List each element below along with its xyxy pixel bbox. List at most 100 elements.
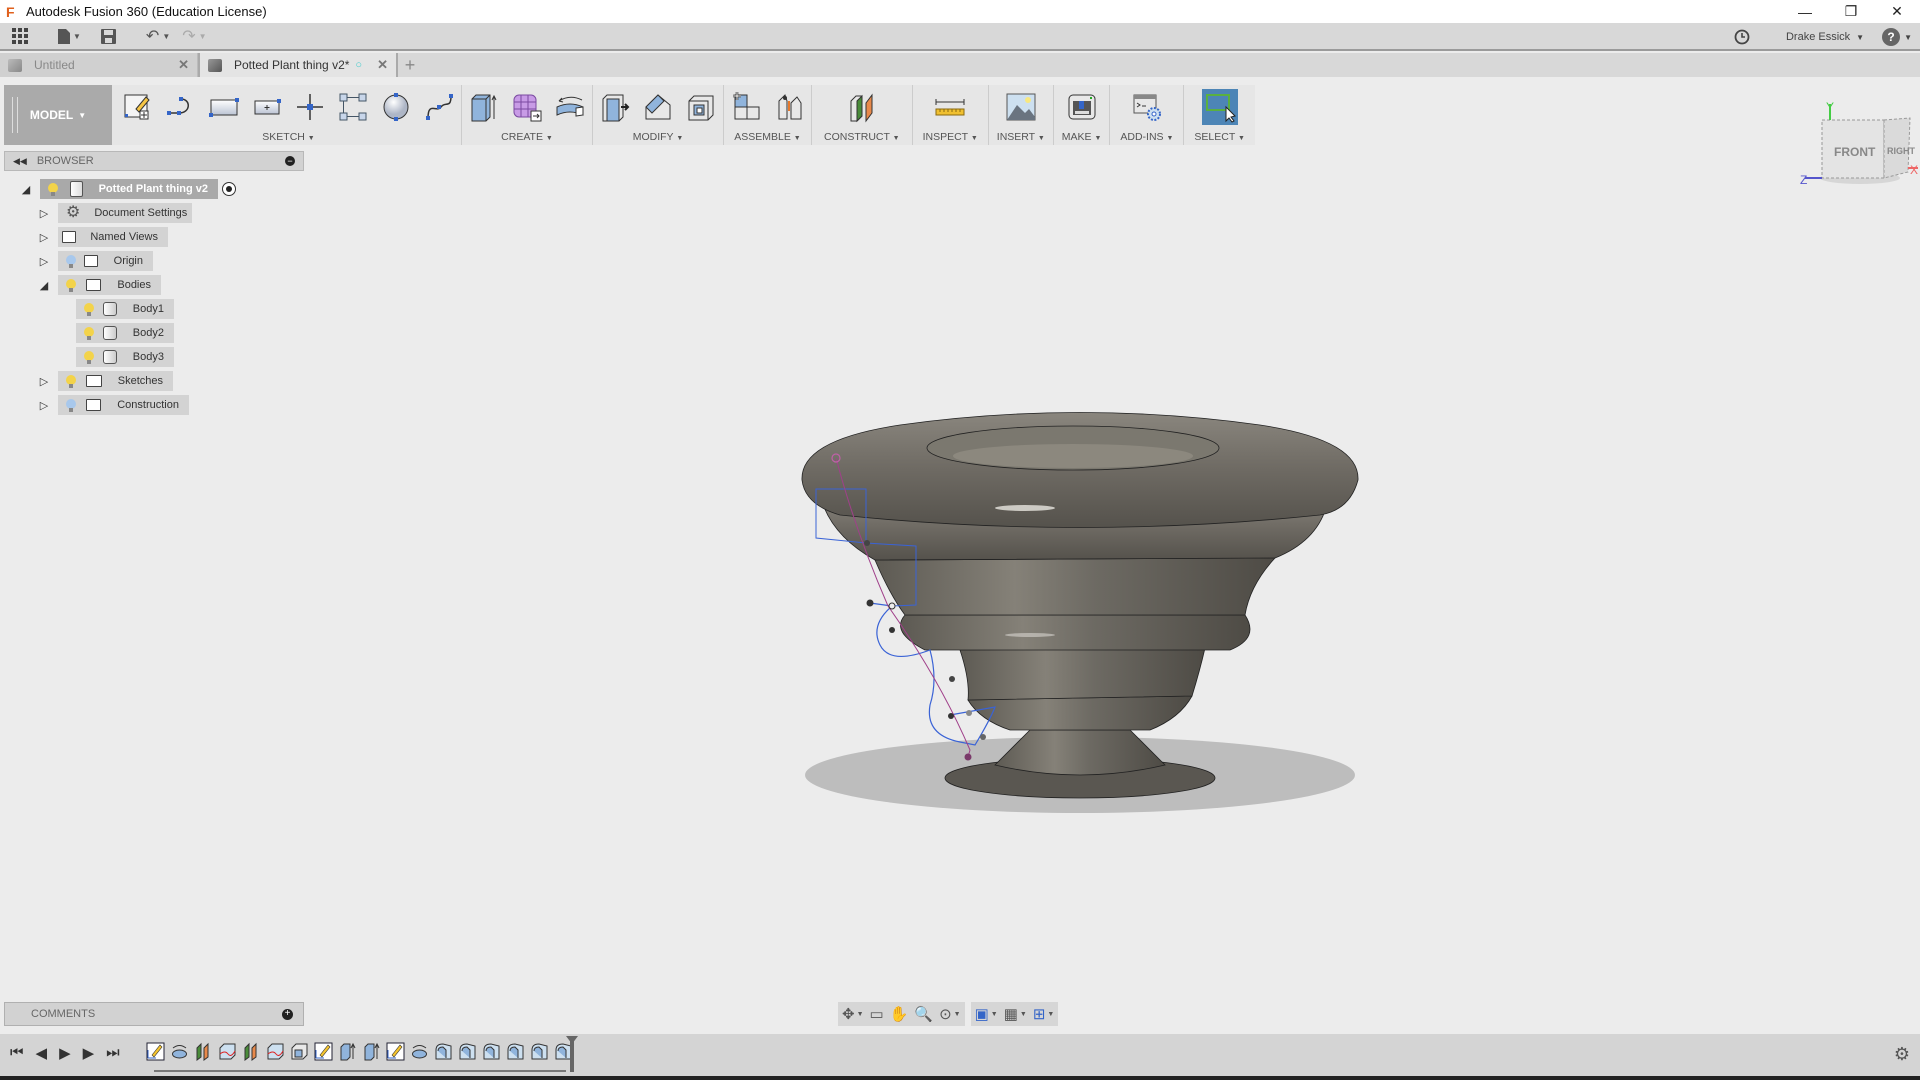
- modify-menu[interactable]: MODIFY ▼: [633, 129, 684, 145]
- visibility-bulb-icon[interactable]: [66, 398, 76, 412]
- press-pull-button[interactable]: [597, 89, 633, 125]
- select-button[interactable]: [1201, 89, 1238, 125]
- close-tab-icon[interactable]: ✕: [377, 57, 388, 73]
- timeline-feature-revolve[interactable]: [410, 1042, 429, 1061]
- timeline-feature-plane[interactable]: [194, 1042, 213, 1061]
- offset-plane-button[interactable]: [844, 89, 880, 125]
- timeline-feature-extrude[interactable]: [362, 1042, 381, 1061]
- add-comment-icon[interactable]: +: [282, 1008, 293, 1020]
- sketch-point[interactable]: [949, 676, 955, 682]
- tree-item-sketches[interactable]: ▷ Sketches: [0, 371, 300, 391]
- viewports-button[interactable]: ⊞ ▼: [1033, 1005, 1055, 1023]
- select-menu[interactable]: SELECT ▼: [1194, 129, 1245, 145]
- addins-menu[interactable]: ADD-INS ▼: [1120, 129, 1173, 145]
- spline-button[interactable]: [421, 89, 457, 125]
- canvas-model-potted-plant[interactable]: [780, 400, 1380, 820]
- sketch-menu[interactable]: SKETCH ▼: [262, 129, 314, 145]
- revolve-button[interactable]: [552, 89, 588, 125]
- first-step-button[interactable]: ⏮: [10, 1044, 24, 1062]
- construct-menu[interactable]: CONSTRUCT ▼: [824, 129, 900, 145]
- timeline-feature-fillet[interactable]: [530, 1042, 549, 1061]
- visibility-bulb-icon[interactable]: [84, 302, 95, 316]
- previous-step-button[interactable]: ◀: [36, 1044, 48, 1062]
- sketch-point[interactable]: [980, 734, 986, 740]
- tree-item-body3[interactable]: Body3: [0, 347, 300, 367]
- visibility-bulb-icon[interactable]: [48, 182, 59, 196]
- chamfer-button[interactable]: [640, 89, 676, 125]
- collapse-panel-icon[interactable]: ◀◀: [13, 156, 27, 167]
- sketch-point[interactable]: [966, 710, 972, 716]
- visibility-bulb-icon[interactable]: [66, 374, 76, 388]
- undo-button[interactable]: ↶ ▼: [146, 24, 170, 48]
- display-settings-button[interactable]: ▣ ▼: [975, 1005, 998, 1023]
- root-component[interactable]: Potted Plant thing v2: [40, 179, 218, 199]
- rectangle-button[interactable]: [206, 89, 242, 125]
- timeline-feature-split[interactable]: [266, 1042, 285, 1061]
- tree-item-construction[interactable]: ▷ Construction: [0, 395, 300, 415]
- user-menu[interactable]: Drake Essick ▼: [1786, 31, 1864, 43]
- tree-item-origin[interactable]: ▷ Origin: [0, 251, 300, 271]
- next-step-button[interactable]: ▶: [83, 1044, 95, 1062]
- timeline-feature-sketch[interactable]: [146, 1042, 165, 1061]
- circle-button[interactable]: [378, 89, 414, 125]
- sketch-point[interactable]: [866, 599, 874, 607]
- sketch-point[interactable]: [948, 713, 954, 719]
- fit-button[interactable]: ⊙ ▼: [939, 1005, 961, 1023]
- arc-button[interactable]: [163, 89, 199, 125]
- timeline-feature-shell[interactable]: [290, 1042, 309, 1061]
- collapse-toggle-icon[interactable]: ◢: [38, 279, 50, 292]
- sketch-point[interactable]: [888, 602, 896, 610]
- rectangular-pattern-button[interactable]: [335, 89, 371, 125]
- extrude-button[interactable]: [466, 89, 502, 125]
- measure-button[interactable]: [932, 89, 968, 125]
- save-button[interactable]: [100, 24, 116, 48]
- minimize-panel-icon[interactable]: −: [285, 156, 295, 166]
- grid-snaps-button[interactable]: ▦ ▼: [1004, 1005, 1027, 1023]
- assemble-menu[interactable]: ASSEMBLE ▼: [734, 129, 800, 145]
- scripts-button[interactable]: [1129, 89, 1165, 125]
- close-tab-icon[interactable]: ✕: [178, 57, 189, 73]
- sketch-point[interactable]: [889, 627, 895, 633]
- 3d-print-button[interactable]: [1064, 89, 1100, 125]
- sketch-point[interactable]: [864, 540, 870, 546]
- expand-toggle-icon[interactable]: ▷: [38, 375, 50, 388]
- timeline-marker[interactable]: [566, 1036, 578, 1072]
- sketch-point[interactable]: [964, 753, 972, 761]
- visibility-bulb-icon[interactable]: [84, 326, 95, 340]
- activate-component-radio[interactable]: [222, 182, 236, 196]
- create-form-button[interactable]: [509, 89, 545, 125]
- viewcube[interactable]: FRONT RIGHT Y Z X: [1800, 100, 1920, 190]
- redo-button[interactable]: ↷ ▼: [182, 24, 206, 48]
- point-button[interactable]: [292, 89, 328, 125]
- minimize-button[interactable]: —: [1782, 0, 1828, 23]
- tree-item-bodies[interactable]: ◢ Bodies: [0, 275, 300, 295]
- center-rectangle-button[interactable]: [249, 89, 285, 125]
- visibility-bulb-icon[interactable]: [84, 350, 95, 364]
- make-menu[interactable]: MAKE ▼: [1062, 129, 1102, 145]
- visibility-bulb-icon[interactable]: [66, 278, 76, 292]
- file-menu-button[interactable]: ▼: [58, 24, 81, 48]
- timeline-feature-fillet[interactable]: [482, 1042, 501, 1061]
- insert-image-button[interactable]: [1003, 89, 1039, 125]
- timeline-feature-split[interactable]: [218, 1042, 237, 1061]
- toolbar-grip[interactable]: [12, 97, 18, 133]
- timeline-feature-fillet[interactable]: [434, 1042, 453, 1061]
- look-at-button[interactable]: ▭: [870, 1005, 884, 1023]
- tree-item-document-settings[interactable]: ▷ ⚙ Document Settings: [0, 203, 300, 223]
- timeline-feature-sketch[interactable]: [314, 1042, 333, 1061]
- expand-toggle-icon[interactable]: ▷: [38, 399, 50, 412]
- tab-untitled[interactable]: Untitled ✕: [0, 53, 198, 77]
- joint-button[interactable]: [771, 89, 807, 125]
- shell-button[interactable]: [683, 89, 719, 125]
- job-status-button[interactable]: [1734, 29, 1750, 45]
- comments-panel[interactable]: COMMENTS +: [4, 1002, 304, 1026]
- tree-item-named-views[interactable]: ▷ Named Views: [0, 227, 300, 247]
- tree-item-body1[interactable]: Body1: [0, 299, 300, 319]
- close-button[interactable]: ✕: [1874, 0, 1920, 23]
- timeline-feature-fillet[interactable]: [506, 1042, 525, 1061]
- create-menu[interactable]: CREATE ▼: [501, 129, 553, 145]
- expand-toggle-icon[interactable]: ◢: [20, 183, 32, 196]
- expand-toggle-icon[interactable]: ▷: [38, 207, 50, 220]
- new-component-button[interactable]: [728, 89, 764, 125]
- zoom-button[interactable]: 🔍: [914, 1005, 933, 1023]
